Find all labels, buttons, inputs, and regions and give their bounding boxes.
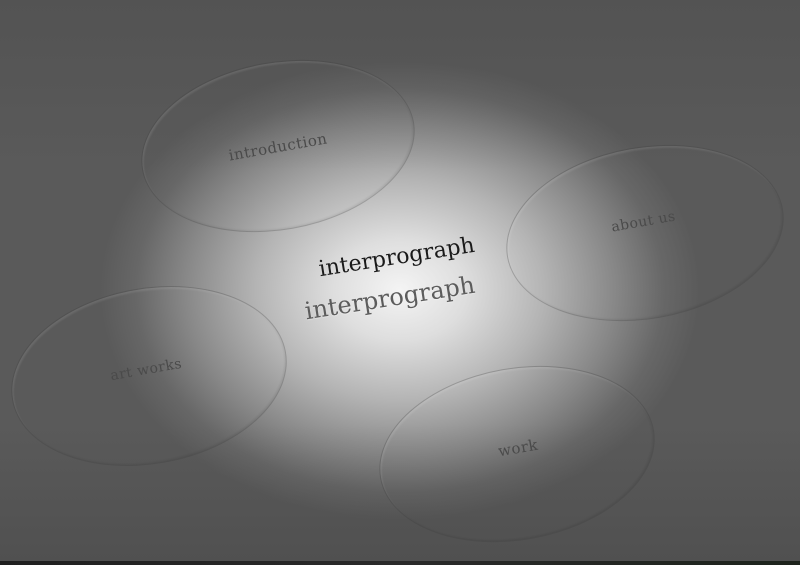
page-stage: introduction about us art works work int…	[0, 0, 800, 565]
bottom-strip	[0, 561, 800, 565]
nav-circle-about-us[interactable]	[492, 123, 798, 343]
